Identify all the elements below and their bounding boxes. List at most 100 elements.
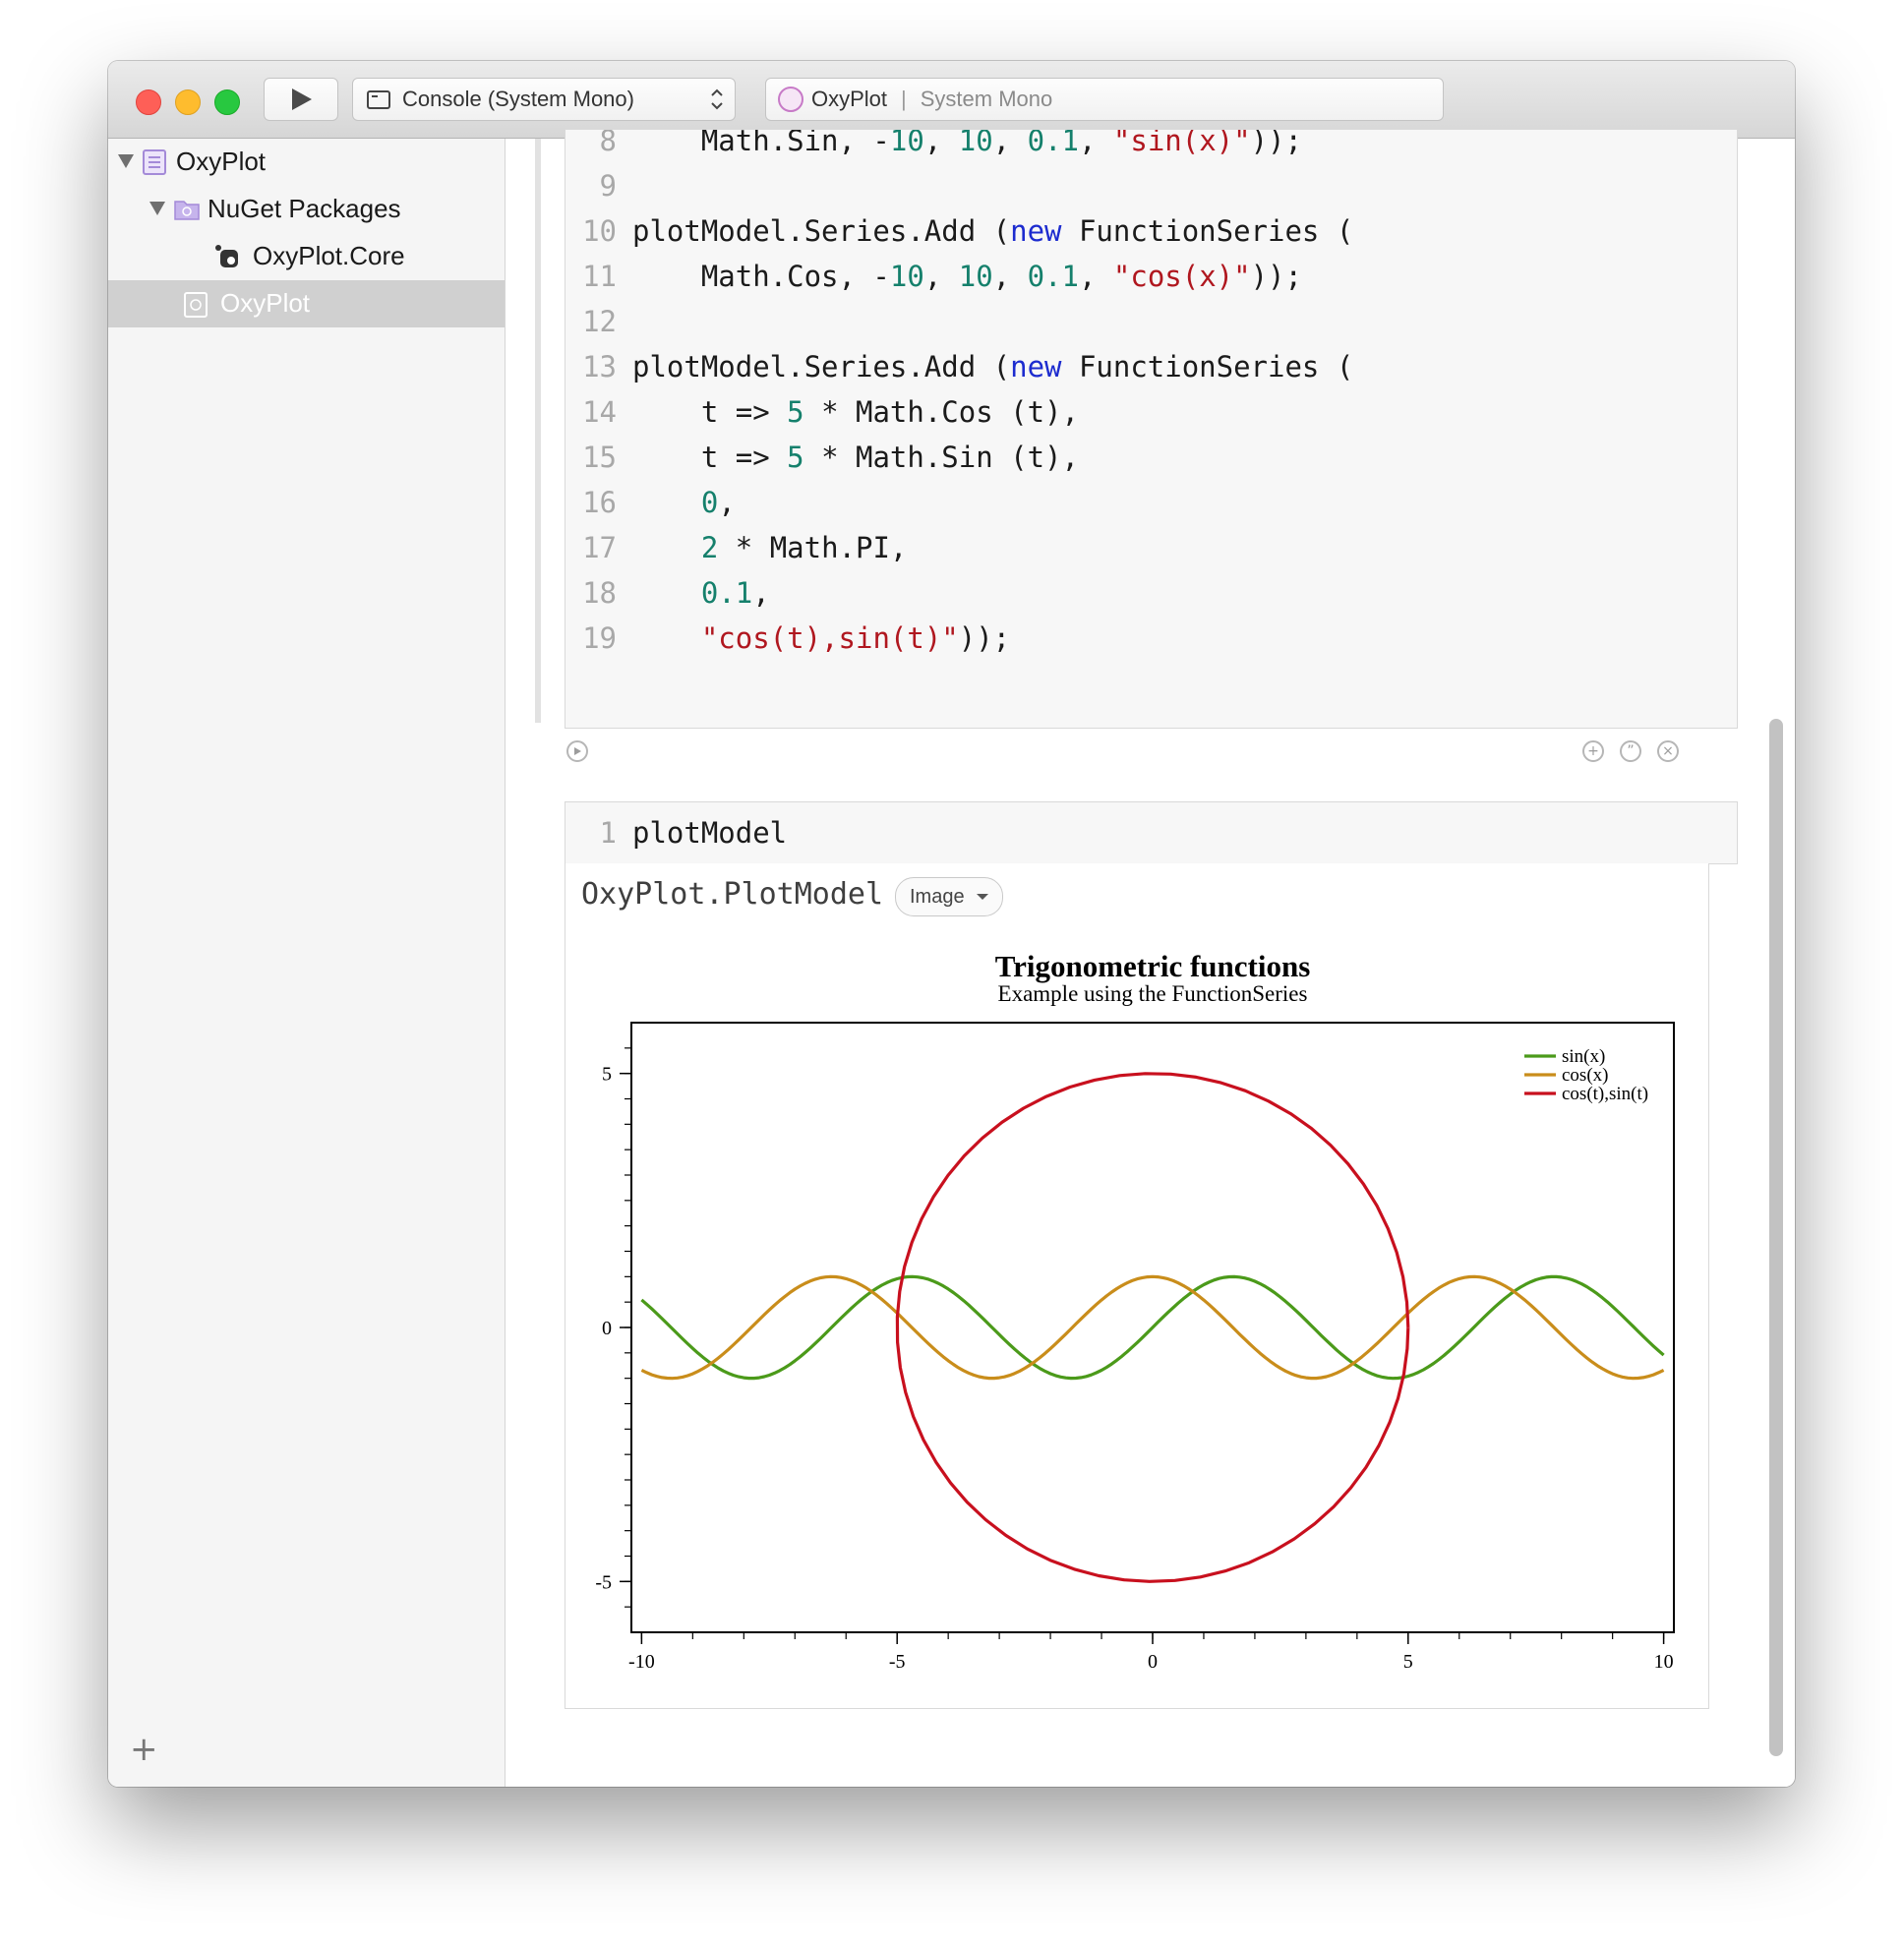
- x-tick-label: 0: [1148, 1651, 1158, 1673]
- code-token: new: [1010, 350, 1062, 383]
- code-token: 0: [700, 486, 719, 519]
- code-token: ,: [1078, 129, 1113, 157]
- x-tick-label: 5: [1403, 1651, 1413, 1673]
- target-selector-label: Console (System Mono): [402, 87, 634, 111]
- sidebar-item-label: NuGet Packages: [208, 194, 401, 223]
- console-icon: [367, 89, 390, 109]
- x-tick-label: 10: [1654, 1651, 1674, 1673]
- workbook-page-icon: [184, 292, 208, 318]
- legend-label: cos(t),sin(t): [1562, 1084, 1648, 1104]
- code-token: 0.1: [1027, 129, 1079, 157]
- code-token: 5: [787, 441, 804, 474]
- workbook-file-icon: [143, 149, 166, 175]
- status-field: OxyPlot | System Mono: [765, 78, 1444, 121]
- plot-chart: Trigonometric functionsExample using the…: [595, 949, 1675, 1673]
- sidebar: OxyPlot NuGet Packages OxyPlot.Core OxyP: [108, 139, 506, 1787]
- code-token: plotModel.Series.Add (: [632, 350, 1011, 383]
- disclosure-triangle-icon[interactable]: [149, 202, 165, 215]
- updown-chevron-icon: [711, 88, 723, 110]
- y-tick-label: -5: [595, 1571, 612, 1593]
- code-line: 9: [565, 163, 632, 208]
- code-editor[interactable]: 8 Math.Sin, -10, 10, 0.1, "sin(x)")); 9 10…: [565, 129, 1738, 729]
- sidebar-item-nuget-packages[interactable]: NuGet Packages: [108, 186, 505, 233]
- status-separator: |: [901, 87, 907, 111]
- chart-title: Trigonometric functions: [995, 949, 1311, 983]
- code-token: ,: [992, 260, 1028, 293]
- y-tick-label: 5: [602, 1064, 612, 1086]
- line-number: 1: [599, 816, 617, 850]
- nuget-package-icon: [215, 245, 238, 267]
- add-button[interactable]: +: [130, 1730, 158, 1769]
- code-token: ,: [1078, 260, 1113, 293]
- line-number: 9: [599, 169, 617, 203]
- folder-icon: [174, 201, 200, 220]
- line-number: 8: [599, 129, 617, 157]
- cell-selection-rule: [535, 139, 541, 723]
- code-token: ,: [752, 576, 770, 610]
- x-tick-label: -5: [889, 1651, 906, 1673]
- code-token: 10: [958, 129, 993, 157]
- sidebar-item-label: OxyPlot.Core: [253, 241, 405, 270]
- x-tick-label: -10: [628, 1651, 655, 1673]
- sidebar-item-oxyplot-workbook[interactable]: OxyPlot: [108, 139, 505, 186]
- sidebar-item-oxyplot-document[interactable]: OxyPlot: [108, 280, 505, 327]
- code-token: ,: [992, 129, 1028, 157]
- disclosure-triangle-icon[interactable]: [118, 154, 134, 168]
- code-line: 10 plotModel.Series.Add (new FunctionSeri…: [565, 208, 1353, 254]
- chart-subtitle: Example using the FunctionSeries: [998, 981, 1308, 1006]
- workbook-icon: [778, 87, 803, 112]
- code-token: * Math.PI,: [718, 531, 908, 564]
- line-number: 13: [582, 350, 617, 383]
- code-token: "cos(x)": [1112, 260, 1251, 293]
- close-window-button[interactable]: [136, 89, 161, 115]
- input-code: plotModel: [632, 816, 788, 850]
- code-line: 8 Math.Sin, -10, 10, 0.1, "sin(x)"));: [565, 129, 1302, 163]
- code-token: 10: [889, 260, 924, 293]
- code-token: ));: [958, 621, 1011, 655]
- zoom-window-button[interactable]: [214, 89, 240, 115]
- code-token: 0.1: [1027, 260, 1079, 293]
- target-selector[interactable]: Console (System Mono): [352, 78, 736, 121]
- input-cell[interactable]: 1 plotModel: [565, 801, 1738, 864]
- result-box: OxyPlot.PlotModel Image Trigonometric fu…: [565, 863, 1709, 1709]
- line-number: 14: [582, 395, 617, 429]
- scrollbar-thumb[interactable]: [1769, 719, 1783, 1756]
- line-number: 12: [582, 305, 617, 338]
- run-cell-icon[interactable]: [566, 740, 588, 762]
- code-token: 5: [787, 395, 804, 429]
- code-token: Math.Sin, -: [632, 129, 890, 157]
- line-number: 10: [582, 214, 617, 248]
- line-number: 16: [582, 486, 617, 519]
- minimize-window-button[interactable]: [175, 89, 201, 115]
- workbook-content: 8 Math.Sin, -10, 10, 0.1, "sin(x)")); 9 10…: [506, 129, 1795, 1787]
- code-token: ));: [1250, 260, 1302, 293]
- code-line: 13 plotModel.Series.Add (new FunctionSeri…: [565, 344, 1353, 389]
- code-line: 17 2 * Math.PI,: [565, 525, 907, 570]
- code-line: 15 t => 5 * Math.Sin (t),: [565, 435, 1079, 480]
- sidebar-item-oxyplot-core[interactable]: OxyPlot.Core: [108, 233, 505, 280]
- code-line: 11 Math.Cos, -10, 10, 0.1, "cos(x)"));: [565, 254, 1302, 299]
- status-font-name: System Mono: [920, 87, 1053, 111]
- sidebar-item-label: OxyPlot: [176, 147, 267, 176]
- app-window: Console (System Mono) OxyPlot | System M…: [108, 61, 1795, 1787]
- code-token: * Math.Sin (t),: [803, 441, 1079, 474]
- status-app-name: OxyPlot: [811, 87, 888, 111]
- code-token: ,: [923, 260, 959, 293]
- code-token: FunctionSeries (: [1061, 214, 1354, 248]
- play-icon: [292, 88, 312, 110]
- add-cell-icon[interactable]: +: [1582, 740, 1604, 762]
- markdown-cell-icon[interactable]: ”: [1620, 740, 1641, 762]
- run-button[interactable]: [264, 78, 338, 121]
- line-number: 11: [582, 260, 617, 293]
- code-token: * Math.Cos (t),: [803, 395, 1079, 429]
- line-number: 15: [582, 441, 617, 474]
- code-token: plotModel.Series.Add (: [632, 214, 1011, 248]
- code-token: FunctionSeries (: [1061, 350, 1354, 383]
- delete-cell-icon[interactable]: ×: [1657, 740, 1679, 762]
- code-token: new: [1010, 214, 1062, 248]
- code-token: ));: [1250, 129, 1302, 157]
- code-line: 12: [565, 299, 632, 344]
